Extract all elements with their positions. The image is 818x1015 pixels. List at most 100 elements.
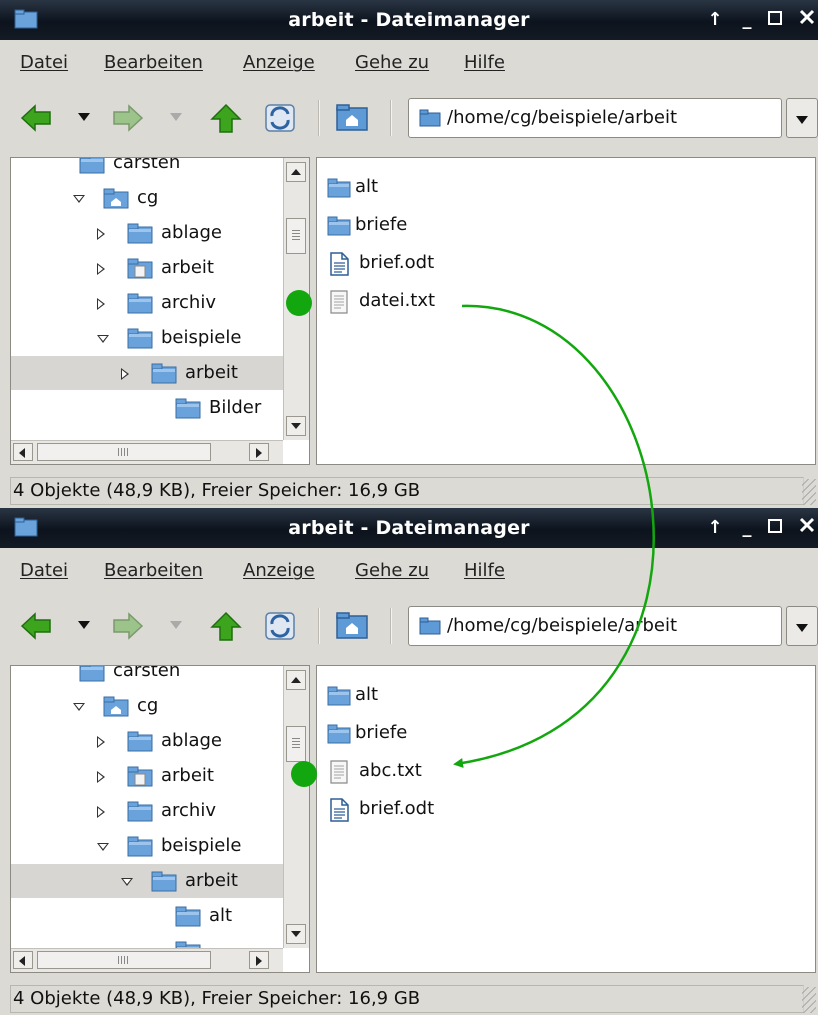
forward-icon[interactable] bbox=[110, 610, 146, 642]
back-history-dropdown[interactable] bbox=[78, 621, 90, 629]
tree-item-cg[interactable]: cg bbox=[11, 689, 283, 723]
minimize-button[interactable]: _ bbox=[736, 8, 758, 32]
file-item[interactable]: alt bbox=[327, 170, 627, 204]
expander-closed-icon[interactable] bbox=[121, 368, 129, 380]
expander-closed-icon[interactable] bbox=[97, 228, 105, 240]
up-icon[interactable] bbox=[208, 610, 244, 642]
tree-item-beispiele[interactable]: beispiele bbox=[11, 321, 283, 355]
file-list[interactable]: alt briefe abc.txt brief.odt bbox=[316, 665, 816, 973]
file-item[interactable]: briefe bbox=[327, 716, 627, 750]
tree-item-arbeit[interactable]: arbeit bbox=[11, 759, 283, 793]
expander-open-icon[interactable] bbox=[97, 843, 109, 851]
home-icon[interactable] bbox=[334, 610, 370, 642]
tree-item-alt[interactable]: alt bbox=[11, 899, 283, 933]
expander-closed-icon[interactable] bbox=[97, 771, 105, 783]
file-list[interactable]: alt briefe brief.odt datei.txt bbox=[316, 157, 816, 465]
folder-tree-rows: carsten cg ablage arbeit archiv beispiele arbe… bbox=[11, 666, 283, 948]
expander-closed-icon[interactable] bbox=[97, 806, 105, 818]
menu-datei[interactable]: Datei bbox=[20, 560, 68, 582]
file-item[interactable]: brief.odt bbox=[327, 246, 627, 280]
expander-closed-icon[interactable] bbox=[97, 736, 105, 748]
file-item[interactable]: briefe bbox=[327, 208, 627, 242]
tree-item-arbeit[interactable]: arbeit bbox=[11, 251, 283, 285]
menu-gehe-zu[interactable]: Gehe zu bbox=[355, 52, 429, 74]
menu-anzeige[interactable]: Anzeige bbox=[243, 52, 315, 74]
keep-above-button[interactable]: ↑ bbox=[704, 516, 726, 540]
scroll-thumb[interactable] bbox=[286, 218, 306, 254]
window-title: arbeit - Dateimanager bbox=[288, 9, 530, 31]
tree-item-ablage[interactable]: ablage bbox=[11, 724, 283, 758]
expander-open-icon[interactable] bbox=[73, 195, 85, 203]
tree-item-archiv[interactable]: archiv bbox=[11, 286, 283, 320]
file-item[interactable]: alt bbox=[327, 678, 627, 712]
expander-open-icon[interactable] bbox=[97, 335, 109, 343]
tree-horizontal-scrollbar[interactable] bbox=[11, 440, 283, 464]
file-item[interactable]: datei.txt bbox=[327, 284, 627, 318]
tree-vertical-scrollbar[interactable] bbox=[283, 158, 309, 440]
menu-hilfe[interactable]: Hilfe bbox=[464, 560, 505, 582]
scroll-right-button[interactable] bbox=[249, 443, 269, 461]
close-button[interactable] bbox=[796, 516, 818, 540]
menu-anzeige[interactable]: Anzeige bbox=[243, 560, 315, 582]
title-bar[interactable]: arbeit - Dateimanager ↑ _ bbox=[0, 508, 818, 548]
tree-item-arbeit[interactable]: arbeit bbox=[11, 356, 283, 390]
refresh-icon[interactable] bbox=[262, 610, 298, 642]
tree-item-bilder[interactable]: Bilder bbox=[11, 391, 283, 425]
expander-open-icon[interactable] bbox=[73, 703, 85, 711]
location-combo[interactable]: /home/cg/beispiele/arbeit bbox=[408, 606, 782, 646]
up-icon[interactable] bbox=[208, 102, 244, 134]
close-button[interactable] bbox=[796, 8, 818, 32]
menu-bearbeiten[interactable]: Bearbeiten bbox=[104, 52, 203, 74]
expander-open-icon[interactable] bbox=[121, 878, 133, 886]
folder-tree[interactable]: carsten cg ablage arbeit archiv beispiele arbe… bbox=[10, 665, 310, 973]
tree-item-partial[interactable] bbox=[11, 934, 283, 948]
menu-gehe-zu[interactable]: Gehe zu bbox=[355, 560, 429, 582]
scroll-down-button[interactable] bbox=[286, 416, 306, 436]
location-dropdown-button[interactable] bbox=[786, 606, 818, 646]
tree-horizontal-scrollbar[interactable] bbox=[11, 948, 283, 972]
menu-hilfe[interactable]: Hilfe bbox=[464, 52, 505, 74]
resize-grip[interactable] bbox=[802, 987, 816, 1013]
resize-grip[interactable] bbox=[802, 479, 816, 505]
title-bar[interactable]: arbeit - Dateimanager ↑ _ bbox=[0, 0, 818, 40]
keep-above-button[interactable]: ↑ bbox=[704, 8, 726, 32]
home-icon[interactable] bbox=[334, 102, 370, 134]
scroll-up-button[interactable] bbox=[286, 162, 306, 182]
forward-icon[interactable] bbox=[110, 102, 146, 134]
maximize-button[interactable] bbox=[764, 8, 786, 32]
tree-item-beispiele[interactable]: beispiele bbox=[11, 829, 283, 863]
forward-history-dropdown[interactable] bbox=[170, 621, 182, 629]
scroll-left-button[interactable] bbox=[13, 951, 33, 969]
expander-closed-icon[interactable] bbox=[97, 263, 105, 275]
menu-bearbeiten[interactable]: Bearbeiten bbox=[104, 560, 203, 582]
location-combo[interactable]: /home/cg/beispiele/arbeit bbox=[408, 98, 782, 138]
tree-item-carsten[interactable]: carsten bbox=[11, 666, 283, 688]
file-item[interactable]: brief.odt bbox=[327, 792, 627, 826]
menu-datei[interactable]: Datei bbox=[20, 52, 68, 74]
scroll-up-button[interactable] bbox=[286, 670, 306, 690]
scroll-thumb[interactable] bbox=[286, 726, 306, 762]
scroll-thumb[interactable] bbox=[37, 443, 211, 461]
scroll-thumb[interactable] bbox=[37, 951, 211, 969]
tree-item-ablage[interactable]: ablage bbox=[11, 216, 283, 250]
scroll-left-button[interactable] bbox=[13, 443, 33, 461]
tree-item-arbeit[interactable]: arbeit bbox=[11, 864, 283, 898]
scroll-right-button[interactable] bbox=[249, 951, 269, 969]
scroll-down-button[interactable] bbox=[286, 924, 306, 944]
forward-history-dropdown[interactable] bbox=[170, 113, 182, 121]
back-history-dropdown[interactable] bbox=[78, 113, 90, 121]
tree-item-archiv[interactable]: archiv bbox=[11, 794, 283, 828]
maximize-button[interactable] bbox=[764, 516, 786, 540]
tree-vertical-scrollbar[interactable] bbox=[283, 666, 309, 948]
tree-item-cg[interactable]: cg bbox=[11, 181, 283, 215]
minimize-button[interactable]: _ bbox=[736, 516, 758, 540]
back-icon[interactable] bbox=[18, 102, 54, 134]
back-icon[interactable] bbox=[18, 610, 54, 642]
expander-closed-icon[interactable] bbox=[97, 298, 105, 310]
refresh-icon[interactable] bbox=[262, 102, 298, 134]
file-item[interactable]: abc.txt bbox=[327, 754, 627, 788]
tree-item-carsten[interactable]: carsten bbox=[11, 158, 283, 180]
tree-item-label: cg bbox=[137, 695, 159, 716]
folder-tree[interactable]: carsten cg ablage arbeit archiv beispiele arbe… bbox=[10, 157, 310, 465]
location-dropdown-button[interactable] bbox=[786, 98, 818, 138]
